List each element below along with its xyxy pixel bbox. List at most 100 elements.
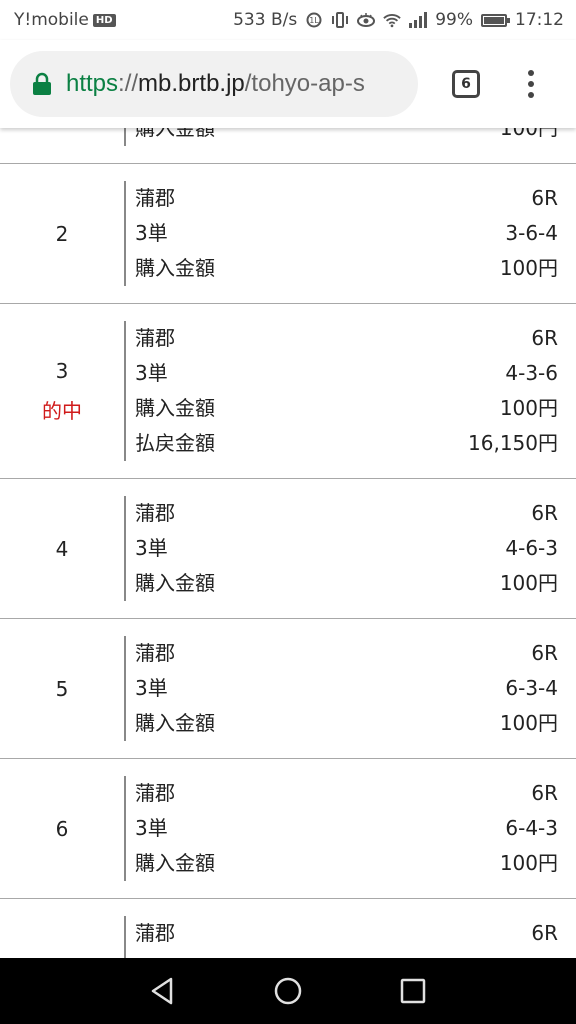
navigation-bar	[0, 958, 576, 1024]
detail-line: 3単 6-3-4	[135, 671, 558, 706]
menu-dot	[528, 81, 534, 87]
network-speed: 533 B/s	[233, 10, 298, 30]
detail-label: 蒲郡	[135, 326, 175, 350]
detail-value: 3-6-4	[505, 221, 558, 245]
back-triangle-icon[interactable]	[147, 975, 179, 1007]
detail-line: 購入金額 100円	[135, 128, 558, 146]
bet-index-cell: 5	[0, 619, 124, 758]
overflow-menu-button[interactable]	[522, 68, 540, 100]
detail-value: 6-3-4	[505, 676, 558, 700]
detail-line: 3単	[135, 951, 558, 958]
eye-comfort-icon	[357, 13, 376, 27]
status-bar: Y!mobile HD 533 B/s 1L 99% 17:12	[0, 0, 576, 40]
tab-count: 6	[461, 76, 471, 92]
carrier-name: Y!mobile	[14, 10, 89, 30]
bet-number: 5	[55, 676, 69, 701]
detail-value: 100円	[499, 128, 558, 140]
detail-value: 100円	[499, 851, 558, 875]
detail-label: 払戻金額	[135, 431, 215, 455]
bet-row: 4 蒲郡 6R 3単 4-6-3 購入金額 100円	[0, 479, 576, 619]
battery-percent: 99%	[435, 10, 473, 30]
detail-line: 購入金額 100円	[135, 706, 558, 741]
status-right: 533 B/s 1L 99% 17:12	[233, 10, 564, 30]
bet-row: 13単3-4-6購入金額100円	[0, 128, 576, 164]
page-content[interactable]: 13単3-4-6購入金額100円2蒲郡6R3単3-6-4購入金額100円3的中蒲…	[0, 128, 576, 958]
detail-label: 購入金額	[135, 571, 215, 595]
detail-line: 3単 4-3-6	[135, 356, 558, 391]
data-saver-icon: 1L	[306, 12, 322, 28]
detail-value: 6R	[531, 781, 558, 805]
bet-row: 6 蒲郡 6R 3単 6-4-3 購入金額 100円	[0, 759, 576, 899]
bet-index-cell: 4	[0, 479, 124, 618]
detail-label: 蒲郡	[135, 641, 175, 665]
url-scheme: https	[66, 70, 119, 97]
detail-line: 購入金額 100円	[135, 846, 558, 881]
lock-icon	[33, 72, 51, 95]
detail-line: 蒲郡 6R	[135, 181, 558, 216]
detail-value: 100円	[499, 571, 558, 595]
url-text: https://mb.brtb.jp/tohyo-ap-s	[66, 70, 365, 98]
detail-line: 3単 3-6-4	[135, 216, 558, 251]
detail-value: 100円	[499, 256, 558, 280]
detail-label: 3単	[135, 361, 168, 385]
bet-detail-cell: 蒲郡 6R 3単 6-3-4 購入金額 100円	[124, 636, 576, 741]
tab-switcher-button[interactable]: 6	[452, 70, 480, 98]
detail-label: 購入金額	[135, 851, 215, 875]
bet-number: 6	[55, 816, 69, 841]
detail-line: 蒲郡 6R	[135, 916, 558, 951]
url-host: mb.brtb.jp	[138, 70, 245, 97]
vibrate-icon	[332, 12, 349, 28]
detail-label: 蒲郡	[135, 186, 175, 210]
detail-label: 3単	[135, 816, 168, 840]
detail-value: 6R	[531, 186, 558, 210]
bet-number: 3	[55, 358, 69, 383]
detail-line: 払戻金額 16,150円	[135, 426, 558, 461]
detail-line: 蒲郡 6R	[135, 776, 558, 811]
bet-index-cell: 6	[0, 759, 124, 898]
address-bar[interactable]: https://mb.brtb.jp/tohyo-ap-s	[10, 51, 418, 117]
detail-value: 6R	[531, 641, 558, 665]
home-circle-icon[interactable]	[272, 975, 304, 1007]
detail-value: 4-3-6	[505, 361, 558, 385]
bet-index-cell: 1	[0, 128, 124, 163]
detail-value: 4-6-3	[505, 536, 558, 560]
menu-dot	[528, 92, 534, 98]
bet-index-cell: 3 的中	[0, 304, 124, 478]
detail-line: 3単 6-4-3	[135, 811, 558, 846]
detail-label: 蒲郡	[135, 921, 175, 945]
detail-line: 購入金額 100円	[135, 391, 558, 426]
signal-icon	[409, 12, 428, 28]
browser-toolbar: https://mb.brtb.jp/tohyo-ap-s 6	[0, 40, 576, 128]
detail-value: 100円	[499, 711, 558, 735]
detail-value: 16,150円	[468, 431, 558, 455]
detail-label: 3単	[135, 676, 168, 700]
detail-line: 蒲郡 6R	[135, 321, 558, 356]
svg-text:1L: 1L	[309, 16, 319, 25]
detail-label: 蒲郡	[135, 501, 175, 525]
detail-value: 6R	[531, 501, 558, 525]
bet-index-cell: 7	[0, 899, 124, 959]
detail-line: 購入金額 100円	[135, 566, 558, 601]
hd-badge: HD	[92, 13, 116, 27]
detail-line: 購入金額 100円	[135, 251, 558, 286]
detail-label: 購入金額	[135, 256, 215, 280]
detail-value: 6R	[531, 326, 558, 350]
bet-row: 5 蒲郡 6R 3単 6-3-4 購入金額 100円	[0, 619, 576, 759]
detail-line: 蒲郡 6R	[135, 496, 558, 531]
detail-label: 購入金額	[135, 711, 215, 735]
detail-value: 6R	[531, 921, 558, 945]
bet-detail-cell: 蒲郡 6R 3単 6-4-3 購入金額 100円	[124, 776, 576, 881]
battery-icon	[481, 13, 510, 27]
bet-row: 2 蒲郡 6R 3単 3-6-4 購入金額 100円	[0, 164, 576, 304]
detail-value: 100円	[499, 396, 558, 420]
clock: 17:12	[515, 10, 564, 30]
hit-label: 的中	[42, 398, 82, 423]
url-path: /tohyo-ap-s	[244, 70, 365, 97]
detail-label: 購入金額	[135, 128, 215, 140]
recents-square-icon[interactable]	[397, 975, 429, 1007]
status-left: Y!mobile HD	[14, 10, 116, 30]
detail-value: 6-4-3	[505, 816, 558, 840]
bet-detail-cell: 3単3-4-6購入金額100円	[124, 128, 576, 146]
url-separator: ://	[118, 70, 139, 97]
detail-label: 3単	[135, 221, 168, 245]
